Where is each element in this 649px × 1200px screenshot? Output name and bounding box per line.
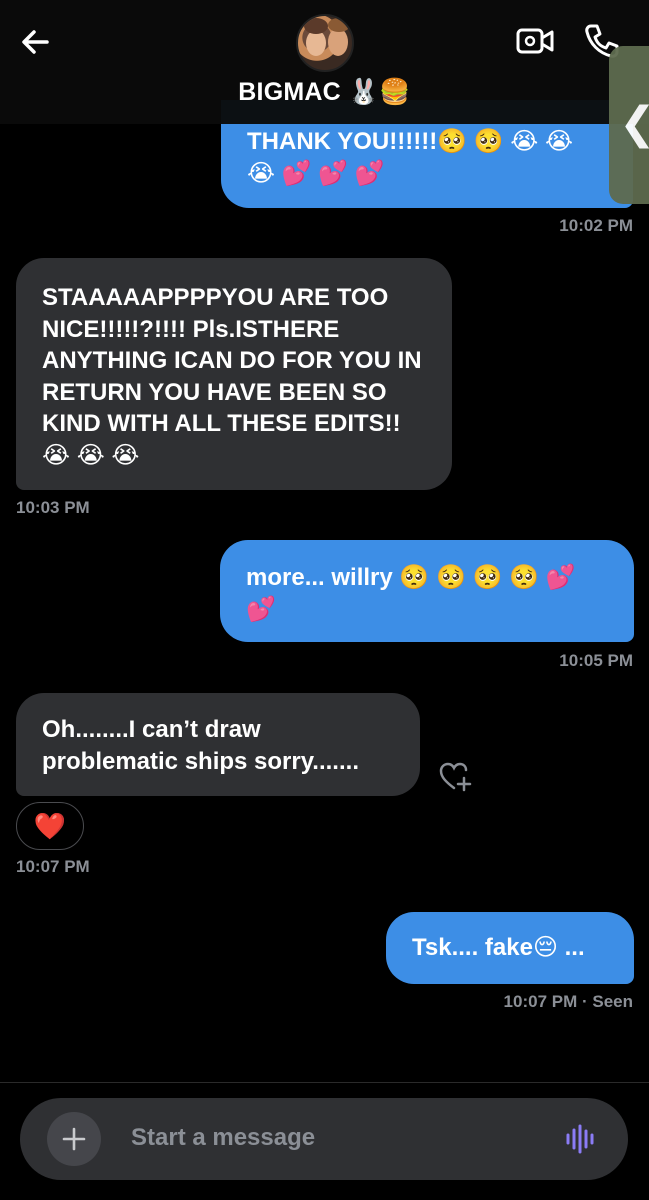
back-arrow-icon[interactable]: [16, 22, 56, 62]
heart-reaction-icon: ❤️: [33, 810, 67, 841]
message-bubble-received[interactable]: STAAAAAPPPPYOU ARE TOO NICE!!!!!?!!!! Pl…: [16, 258, 452, 490]
message-text: STAAAAAPPPPYOU ARE TOO NICE!!!!!?!!!! Pl…: [42, 284, 422, 469]
video-call-icon[interactable]: [515, 24, 555, 58]
message-text: THANK YOU!!!!!!🥺 🥺 😭 😭 😭 💕 💕 💕: [247, 128, 574, 187]
add-reaction-icon[interactable]: [438, 760, 472, 794]
message-reaction[interactable]: ❤️: [16, 802, 84, 850]
message-timestamp: 10:03 PM: [16, 498, 90, 517]
contact-avatar[interactable]: [296, 14, 354, 72]
voice-message-icon[interactable]: [564, 1122, 598, 1156]
message-bubble-sent[interactable]: Tsk.... fake😔 ...: [386, 912, 634, 984]
message-text: Tsk.... fake😔 ...: [412, 934, 585, 961]
message-bubble-received[interactable]: Oh........I can’t draw problematic ships…: [16, 693, 420, 796]
message-timestamp-seen: 10:07 PM · Seen: [503, 992, 633, 1011]
chevron-left-icon: ❮: [619, 98, 649, 149]
plus-icon: [62, 1127, 86, 1151]
contact-name[interactable]: BIGMAC 🐰🍔: [0, 78, 649, 107]
message-input[interactable]: Start a message: [131, 1124, 315, 1152]
message-bubble-sent[interactable]: more... willry 🥺 🥺 🥺 🥺 💕 💕: [220, 540, 634, 642]
side-panel-tab[interactable]: ❮: [609, 46, 649, 204]
message-timestamp: 10:07 PM: [16, 857, 90, 876]
conversation-header: BIGMAC 🐰🍔: [0, 0, 649, 124]
message-timestamp: 10:05 PM: [559, 651, 633, 670]
message-text: Oh........I can’t draw problematic ships…: [42, 716, 359, 775]
message-text: more... willry 🥺 🥺 🥺 🥺 💕 💕: [246, 564, 576, 623]
message-composer[interactable]: Start a message: [20, 1098, 628, 1180]
add-attachment-button[interactable]: [47, 1112, 101, 1166]
composer-divider: [0, 1082, 649, 1083]
message-timestamp: 10:02 PM: [559, 216, 633, 235]
